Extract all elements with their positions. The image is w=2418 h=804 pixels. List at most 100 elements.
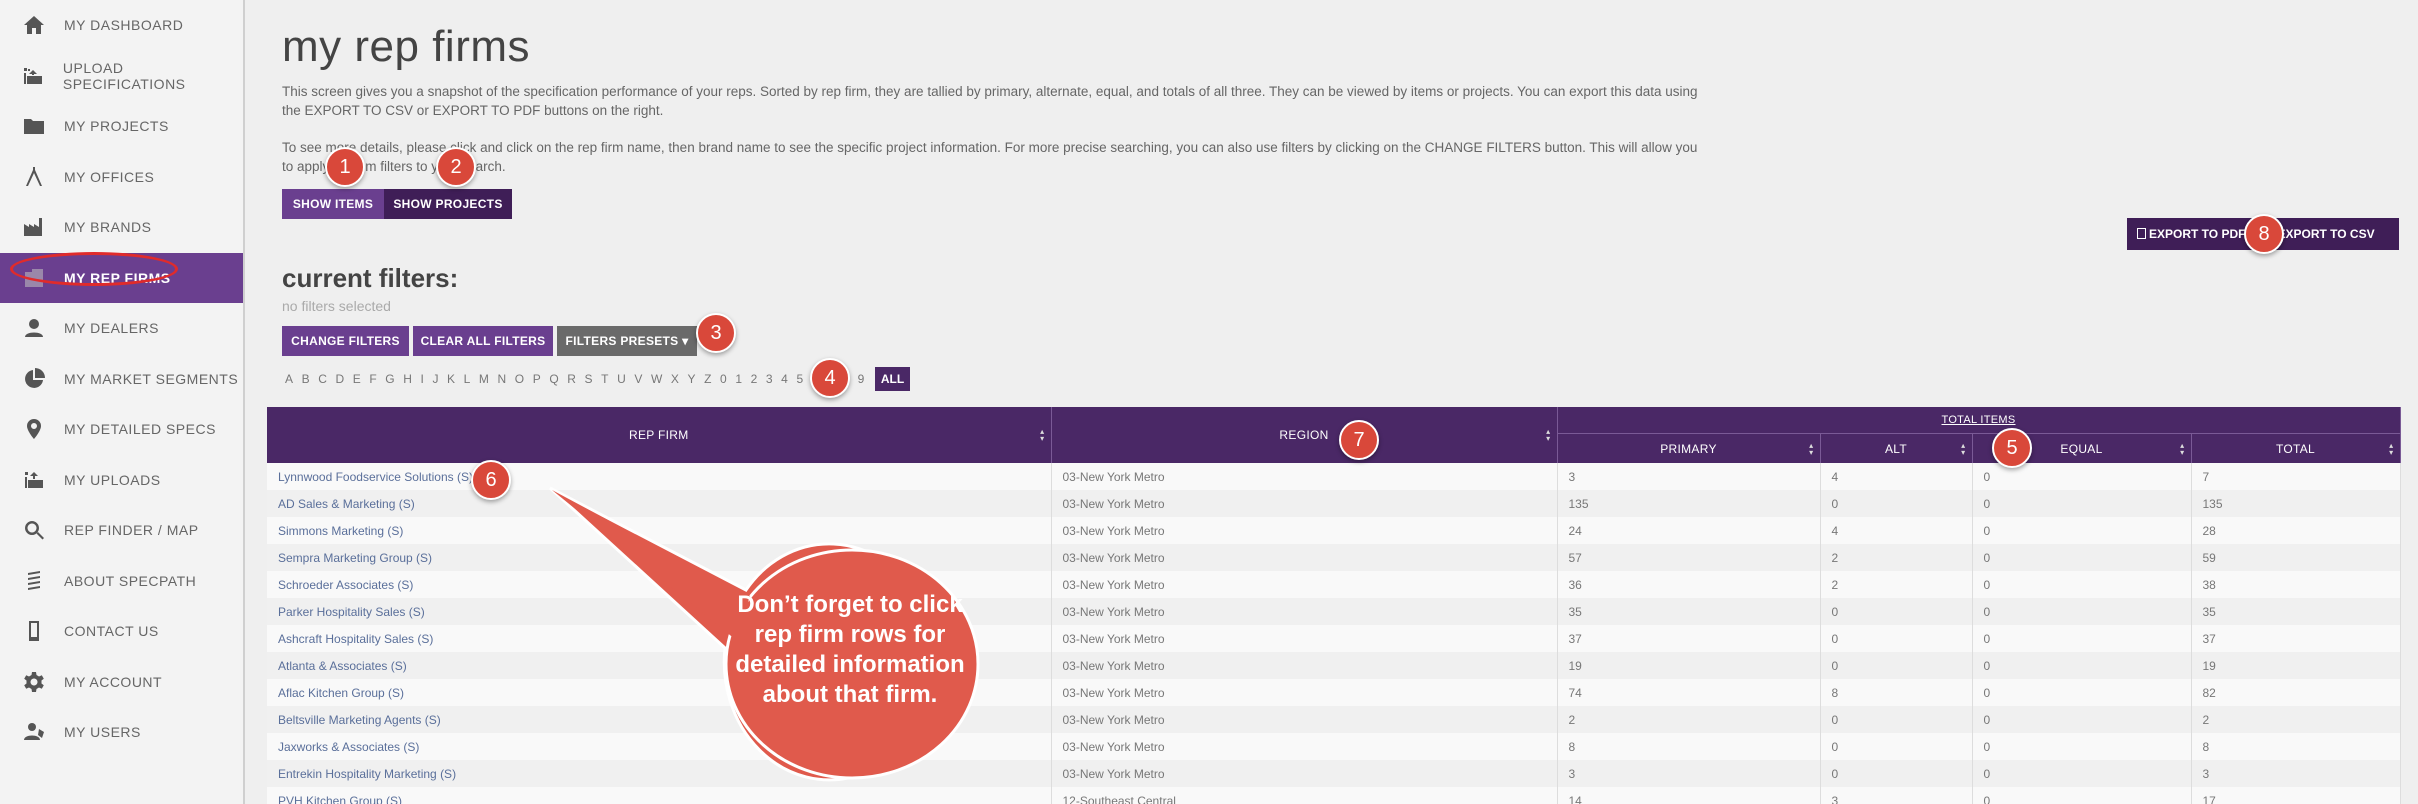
cell-alt: 2 [1820,544,1973,571]
alpha-filter-letter[interactable]: F [369,372,376,386]
cell-alt: 0 [1820,733,1973,760]
alpha-filter-letter[interactable]: Q [549,372,558,386]
badge-7: 7 [1339,420,1379,460]
alpha-filter-letter[interactable]: I [421,372,424,386]
alpha-filter-letter[interactable]: D [335,372,344,386]
show-items-button[interactable]: SHOW ITEMS [282,189,384,219]
cell-equal: 0 [1972,517,2192,544]
cell-alt: 0 [1820,598,1973,625]
cell-equal: 0 [1972,652,2192,679]
alpha-filter-letter[interactable]: V [634,372,642,386]
alpha-filter-letter[interactable]: X [671,372,679,386]
sidebar-item-my-uploads[interactable]: MY UPLOADS [0,455,243,505]
sidebar-item-my-projects[interactable]: MY PROJECTS [0,101,243,151]
cell-region: 03-New York Metro [1051,706,1558,733]
sidebar-item-contact-us[interactable]: CONTACT US [0,606,243,656]
no-filters-text: no filters selected [282,298,391,314]
page-description: This screen gives you a snapshot of the … [282,84,1698,118]
alpha-filter-letter[interactable]: 5 [796,372,803,386]
person-icon [20,314,48,342]
map-pin-icon [20,415,48,443]
clear-all-filters-button[interactable]: CLEAR ALL FILTERS [413,326,553,356]
alpha-filter-letter[interactable]: N [498,372,507,386]
alpha-filter-letter[interactable]: E [353,372,361,386]
sidebar-item-about-specpath[interactable]: ABOUT SPECPATH [0,556,243,606]
alpha-filter-letter[interactable]: 4 [781,372,788,386]
alpha-filter-letter[interactable]: S [585,372,593,386]
cell-total: 7 [2191,463,2401,490]
alpha-filter-letter[interactable]: B [302,372,310,386]
alpha-filter-letter[interactable]: 9 [858,372,865,386]
alpha-filter-letter[interactable]: 3 [766,372,773,386]
cell-alt: 0 [1820,490,1973,517]
sidebar-item-my-market-segments[interactable]: MY MARKET SEGMENTS [0,354,243,404]
sidebar-item-label: MY UPLOADS [64,471,161,488]
col-header-alt[interactable]: ALT [1820,433,1973,463]
alpha-filter-letter[interactable]: K [447,372,455,386]
cell-primary: 74 [1557,679,1821,706]
alpha-filter-letter[interactable]: C [318,372,327,386]
cell-primary: 14 [1557,787,1821,804]
alpha-filter-letter[interactable]: 2 [751,372,758,386]
sidebar-item-label: MY PROJECTS [64,118,169,134]
cell-region: 03-New York Metro [1051,733,1558,760]
cell-region: 03-New York Metro [1051,463,1558,490]
change-filters-button[interactable]: CHANGE FILTERS [282,326,409,356]
export-pdf-button[interactable]: EXPORT TO PDF [2127,227,2255,241]
sidebar-item-label: CONTACT US [64,623,159,639]
sidebar-item-my-users[interactable]: MY USERS [0,707,243,757]
cell-alt: 4 [1820,517,1973,544]
alpha-filter-letter[interactable]: Y [687,372,695,386]
col-header-primary[interactable]: PRIMARY [1557,433,1821,463]
sidebar-item-my-rep-firms[interactable]: MY REP FIRMS [0,252,243,303]
sidebar-item-upload-specifications[interactable]: UPLOAD SPECIFICATIONS [0,51,243,101]
sidebar-item-label: REP FINDER / MAP [64,522,199,538]
cell-alt: 4 [1820,463,1973,490]
alpha-filter-letter[interactable]: L [464,372,471,386]
cell-total: 17 [2191,787,2401,804]
alpha-filter-letter[interactable]: O [515,372,524,386]
sidebar-item-my-dealers[interactable]: MY DEALERS [0,303,243,353]
page-title: my rep firms [282,22,530,71]
alpha-filter-letter[interactable]: M [479,372,489,386]
sidebar-item-my-dashboard[interactable]: MY DASHBOARD [0,0,243,50]
alpha-filter-letter[interactable]: J [432,372,438,386]
show-projects-button[interactable]: SHOW PROJECTS [384,189,512,219]
alpha-filter-letter[interactable]: R [567,372,576,386]
col-header-rep-firm[interactable]: REP FIRM [267,407,1052,463]
cell-equal: 0 [1972,787,2192,804]
alpha-filter-all[interactable]: ALL [874,367,911,391]
alpha-filter-letter[interactable]: A [285,372,293,386]
alpha-filter-letter[interactable]: T [601,372,608,386]
col-header-total[interactable]: TOTAL [2191,433,2401,463]
cell-primary: 2 [1557,706,1821,733]
sidebar-item-my-brands[interactable]: MY BRANDS [0,202,243,252]
badge-2: 2 [436,147,476,187]
col-header-region[interactable]: REGION [1051,407,1558,463]
sidebar-item-my-offices[interactable]: MY OFFICES [0,152,243,202]
sidebar-item-my-account[interactable]: MY ACCOUNT [0,657,243,707]
callout-text: Don’t forget to click rep firm rows for … [735,591,965,708]
alpha-filter-letter[interactable]: P [533,372,541,386]
sidebar-item-label: MY BRANDS [64,219,152,235]
sidebar-item-rep-finder-map[interactable]: REP FINDER / MAP [0,505,243,555]
alpha-filter-letter[interactable]: G [385,372,394,386]
cell-equal: 0 [1972,463,2192,490]
building-icon [20,264,48,292]
folder-icon [20,112,48,140]
alpha-filter-letter[interactable]: H [403,372,412,386]
cell-total: 38 [2191,571,2401,598]
alpha-filter-letter[interactable]: U [617,372,626,386]
sidebar-item-label: MY REP FIRMS [64,269,171,286]
cell-region: 03-New York Metro [1051,652,1558,679]
cell-alt: 8 [1820,679,1973,706]
alpha-filter-letter[interactable]: Z [704,372,711,386]
cell-region: 03-New York Metro [1051,598,1558,625]
alpha-filter-letter[interactable]: 0 [720,372,727,386]
alpha-filter-letter[interactable]: W [651,372,662,386]
uploads-icon [20,466,48,494]
sidebar-item-my-detailed-specs[interactable]: MY DETAILED SPECS [0,404,243,454]
alpha-filter-letter[interactable]: 1 [735,372,742,386]
cell-primary: 135 [1557,490,1821,517]
filters-presets-dropdown[interactable]: FILTERS PRESETS ▾ [557,326,697,356]
